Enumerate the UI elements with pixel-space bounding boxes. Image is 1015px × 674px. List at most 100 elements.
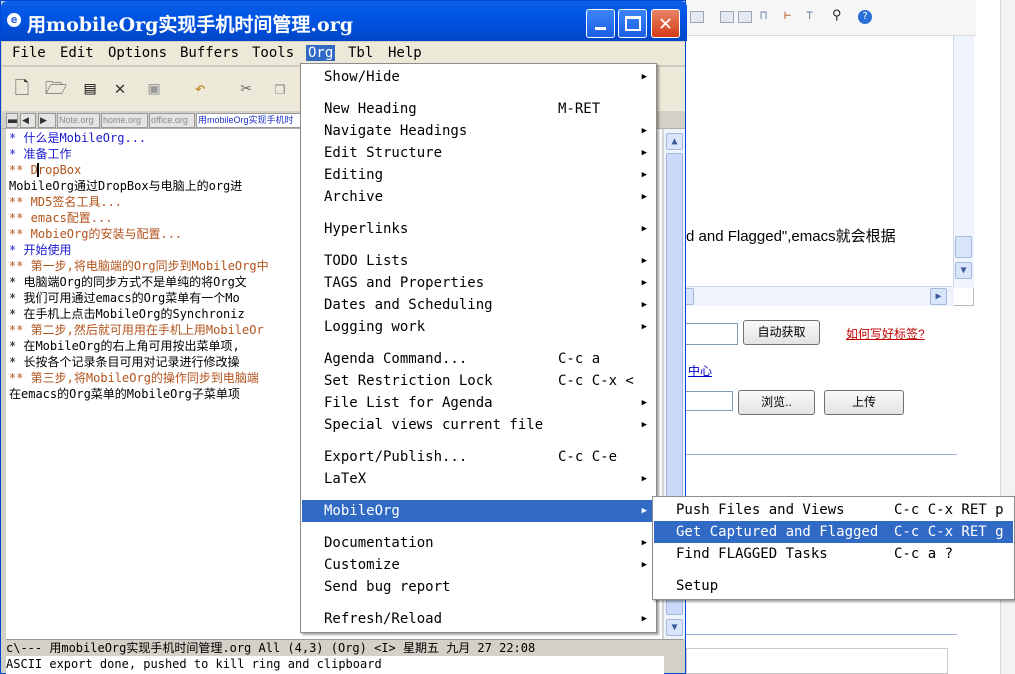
menu-options[interactable]: Options bbox=[108, 45, 167, 61]
tag-input[interactable] bbox=[686, 323, 738, 345]
minibuffer[interactable]: ASCII export done, pushed to kill ring a… bbox=[6, 656, 664, 674]
menu-item-show-hide[interactable]: Show/Hide ▶ bbox=[302, 66, 655, 88]
submenu-arrow-icon: ▶ bbox=[641, 256, 647, 266]
divider bbox=[686, 634, 957, 635]
tab-current-buffer[interactable]: 用mobileOrg实现手机时 bbox=[196, 113, 302, 128]
menu-item-latex[interactable]: LaTeX ▶ bbox=[302, 468, 655, 490]
table-icon[interactable] bbox=[690, 11, 704, 23]
menu-item-find-flagged-tasks[interactable]: Find FLAGGED Tasks C-c a ? bbox=[654, 543, 1013, 565]
submenu-arrow-icon: ▶ bbox=[641, 322, 647, 332]
menu-item-dates-scheduling[interactable]: Dates and Scheduling ▶ bbox=[302, 294, 655, 316]
menu-item-tags-properties[interactable]: TAGS and Properties ▶ bbox=[302, 272, 655, 294]
menu-item-edit-structure[interactable]: Edit Structure ▶ bbox=[302, 142, 655, 164]
menu-item-set-restriction-lock[interactable]: Set Restriction Lock C-c C-x < bbox=[302, 370, 655, 392]
org-line: * 长按各个记录条目可用对记录进行修改操 bbox=[9, 355, 240, 369]
cut-icon[interactable]: ✂ bbox=[234, 77, 258, 101]
submenu-arrow-icon: ▶ bbox=[641, 474, 647, 484]
tab-home[interactable]: home.org bbox=[101, 113, 148, 128]
minimize-icon[interactable] bbox=[586, 9, 615, 38]
scroll-thumb[interactable] bbox=[955, 236, 972, 258]
auto-fetch-button[interactable]: 自动获取 bbox=[743, 320, 820, 345]
menu-separator bbox=[303, 341, 654, 342]
menu-tbl[interactable]: Tbl bbox=[348, 45, 373, 61]
open-folder-icon[interactable]: 🗁 bbox=[44, 77, 68, 101]
menu-separator bbox=[303, 243, 654, 244]
scroll-up-arrow-icon[interactable]: ▲ bbox=[666, 133, 683, 150]
org-line: ** 第二步,然后就可用用在手机上用MobileOr bbox=[9, 323, 264, 337]
menu-org[interactable]: Org bbox=[306, 45, 336, 61]
copy-icon[interactable]: ❐ bbox=[268, 77, 292, 101]
menu-file[interactable]: File bbox=[12, 45, 46, 61]
menu-item-refresh-reload[interactable]: Refresh/Reload ▶ bbox=[302, 608, 655, 630]
menu-item-export-publish[interactable]: Export/Publish... C-c C-e bbox=[302, 446, 655, 468]
submenu-arrow-icon: ▶ bbox=[641, 538, 647, 548]
tab-scroll-home-icon[interactable]: ▬ bbox=[6, 113, 18, 128]
menu-item-documentation[interactable]: Documentation ▶ bbox=[302, 532, 655, 554]
menu-item-setup[interactable]: Setup bbox=[654, 575, 1013, 597]
maximize-icon[interactable] bbox=[618, 9, 647, 38]
menu-item-todo-lists[interactable]: TODO Lists ▶ bbox=[302, 250, 655, 272]
scroll-down-arrow-icon[interactable]: ▼ bbox=[666, 619, 683, 636]
org-line: ** 第一步,将电脑端的Org同步到MobileOrg中 bbox=[9, 259, 269, 273]
org-line: MobileOrg通过DropBox与电脑上的org进 bbox=[9, 179, 243, 193]
menu-item-editing[interactable]: Editing ▶ bbox=[302, 164, 655, 186]
org-line: ** MD5签名工具... bbox=[9, 195, 123, 209]
menu-item-file-list-agenda[interactable]: File List for Agenda ▶ bbox=[302, 392, 655, 414]
tab-office[interactable]: office.org bbox=[149, 113, 195, 128]
browse-button[interactable]: 浏览.. bbox=[738, 390, 815, 415]
save-disk-icon[interactable]: ▣ bbox=[142, 77, 166, 101]
insert-icon[interactable]: ⊓ bbox=[760, 8, 774, 22]
scroll-down-arrow-icon[interactable]: ▼ bbox=[955, 262, 972, 279]
menu-edit[interactable]: Edit bbox=[60, 45, 94, 61]
merge-icon[interactable]: ⊤ bbox=[806, 8, 820, 22]
tab-scroll-right-icon[interactable]: ▶ bbox=[38, 113, 56, 128]
close-icon[interactable]: ✕ bbox=[651, 9, 680, 38]
new-file-icon[interactable]: 🗋 bbox=[10, 77, 34, 101]
menu-item-push-files-views[interactable]: Push Files and Views C-c C-x RET p bbox=[654, 499, 1013, 521]
menu-item-customize[interactable]: Customize ▶ bbox=[302, 554, 655, 576]
menu-item-new-heading[interactable]: New Heading M-RET bbox=[302, 98, 655, 120]
menu-item-archive[interactable]: Archive ▶ bbox=[302, 186, 655, 208]
file-path-input[interactable] bbox=[686, 391, 733, 411]
table-col-icon[interactable] bbox=[738, 11, 752, 23]
tag-help-link[interactable]: 如何写好标签? bbox=[846, 325, 925, 342]
undo-icon[interactable]: ↶ bbox=[188, 77, 212, 101]
tab-note[interactable]: Note.org bbox=[57, 113, 100, 128]
submenu-arrow-icon: ▶ bbox=[641, 420, 647, 430]
menu-item-special-views[interactable]: Special views current file ▶ bbox=[302, 414, 655, 436]
save-document-icon[interactable]: ▤ bbox=[78, 77, 102, 101]
org-line: ** 第三步,将MobileOrg的操作同步到电脑端 bbox=[9, 371, 259, 385]
editor-vertical-scrollbar[interactable]: ▼ bbox=[953, 36, 974, 288]
menu-item-mobileorg[interactable]: MobileOrg ▶ bbox=[302, 500, 655, 522]
menu-item-get-captured-flagged[interactable]: Get Captured and Flagged C-c C-x RET g bbox=[654, 521, 1013, 543]
tab-scroll-left-icon[interactable]: ◀ bbox=[20, 113, 36, 128]
editor-text: d and Flagged",emacs就会根据 bbox=[686, 228, 896, 245]
menu-tools[interactable]: Tools bbox=[252, 45, 294, 61]
menu-separator bbox=[303, 493, 654, 494]
center-link[interactable]: 中心 bbox=[688, 362, 712, 379]
help-icon[interactable]: ? bbox=[858, 10, 872, 24]
table-row-icon[interactable] bbox=[720, 11, 734, 23]
menu-buffers[interactable]: Buffers bbox=[180, 45, 239, 61]
window-title: 用mobileOrg实现手机时间管理.org bbox=[27, 14, 354, 36]
menu-item-send-bug-report[interactable]: Send bug report bbox=[302, 576, 655, 598]
title-bar[interactable]: e 用mobileOrg实现手机时间管理.org ✕ bbox=[1, 1, 687, 41]
rich-text-editor[interactable] bbox=[686, 36, 974, 306]
menu-item-hyperlinks[interactable]: Hyperlinks ▶ bbox=[302, 218, 655, 240]
org-line: * 准备工作 bbox=[9, 147, 72, 161]
close-icon[interactable]: ✕ bbox=[108, 77, 132, 101]
emacs-icon: e bbox=[7, 13, 21, 27]
menu-item-logging-work[interactable]: Logging work ▶ bbox=[302, 316, 655, 338]
upload-button[interactable]: 上传 bbox=[824, 390, 904, 415]
binoculars-icon[interactable]: ⚲ bbox=[832, 8, 846, 23]
org-line: 在emacs的Org菜单的MobileOrg子菜单项 bbox=[9, 387, 240, 401]
split-icon[interactable]: ⊢ bbox=[784, 8, 798, 22]
menu-separator bbox=[303, 601, 654, 602]
menu-item-navigate-headings[interactable]: Navigate Headings ▶ bbox=[302, 120, 655, 142]
menu-help[interactable]: Help bbox=[388, 45, 422, 61]
scroll-right-arrow-icon[interactable]: ▶ bbox=[930, 288, 947, 305]
editor-toolbar: ⊓ ⊢ ⊤ ⚲ ? bbox=[686, 0, 976, 36]
submenu-arrow-icon: ▶ bbox=[641, 148, 647, 158]
menu-item-agenda-command[interactable]: Agenda Command... C-c a bbox=[302, 348, 655, 370]
editor-horizontal-scrollbar[interactable]: ▶ bbox=[684, 286, 954, 306]
